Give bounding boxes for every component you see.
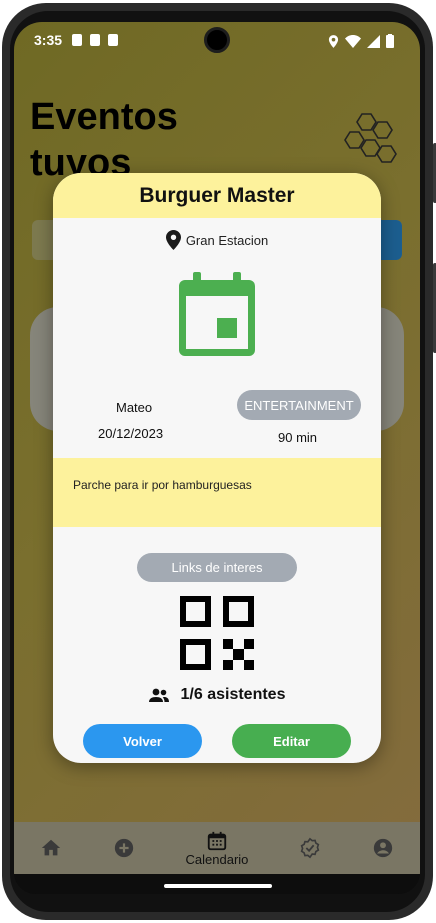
search-button-background [378, 220, 402, 260]
screen: 3:35 Eventos tuyos Calendario Burguer Ma… [14, 22, 420, 894]
home-icon [41, 839, 60, 856]
attendees-count: 1/6 asistentes [53, 686, 381, 704]
battery-icon [386, 34, 394, 48]
shield-icon [72, 34, 83, 46]
sim-icon [90, 34, 101, 46]
front-camera [204, 27, 230, 53]
event-calendar-icon [179, 272, 255, 356]
event-location: Gran Estacion [53, 230, 381, 250]
event-title: Burguer Master [139, 183, 295, 207]
nav-home[interactable] [40, 837, 62, 859]
qr-code-icon[interactable] [180, 596, 254, 670]
organizer-name: Mateo [116, 400, 153, 415]
location-label: Gran Estacion [185, 232, 269, 248]
attendees-label: 1/6 asistentes [180, 686, 286, 703]
nav-account[interactable] [372, 837, 394, 859]
calendar-icon [207, 831, 227, 850]
page-title-line1: Eventos [30, 96, 178, 138]
dialog-header: Burguer Master [53, 173, 381, 218]
nav-calendar-label: Calendario [185, 851, 249, 867]
description-text: Parche para ir por hamburguesas [73, 478, 252, 492]
links-button[interactable]: Links de interes [137, 553, 297, 582]
account-icon [374, 838, 393, 858]
back-button[interactable]: Volver [83, 724, 202, 758]
edit-button[interactable]: Editar [232, 724, 351, 758]
nav-calendar[interactable]: Calendario [185, 830, 249, 867]
home-indicator[interactable] [164, 884, 272, 888]
bottom-nav: Calendario [14, 822, 420, 874]
event-calendar-graphic [53, 272, 381, 356]
event-info-row: Mateo 20/12/2023 ENTERTAINMENT 90 min [53, 390, 381, 450]
category-chip: ENTERTAINMENT [237, 390, 361, 420]
event-description: Parche para ir por hamburguesas [53, 458, 381, 527]
status-icons [328, 34, 394, 48]
event-detail-dialog: Burguer Master Gran Estacion Mateo 20/12… [53, 173, 381, 763]
nav-add[interactable] [113, 837, 135, 859]
location-icon [328, 34, 339, 48]
people-icon [148, 688, 169, 702]
wifi-icon [345, 34, 361, 48]
add-circle-icon [114, 838, 133, 858]
signal-icon [367, 34, 380, 48]
status-time: 3:35 [34, 32, 63, 48]
event-date: 20/12/2023 [98, 426, 164, 441]
event-duration: 90 min [278, 430, 318, 445]
location-pin-icon [165, 230, 181, 250]
verified-icon [301, 837, 320, 859]
notification-icon [108, 34, 119, 46]
hexagon-logo-icon [344, 113, 397, 163]
nav-verified[interactable] [299, 837, 321, 859]
